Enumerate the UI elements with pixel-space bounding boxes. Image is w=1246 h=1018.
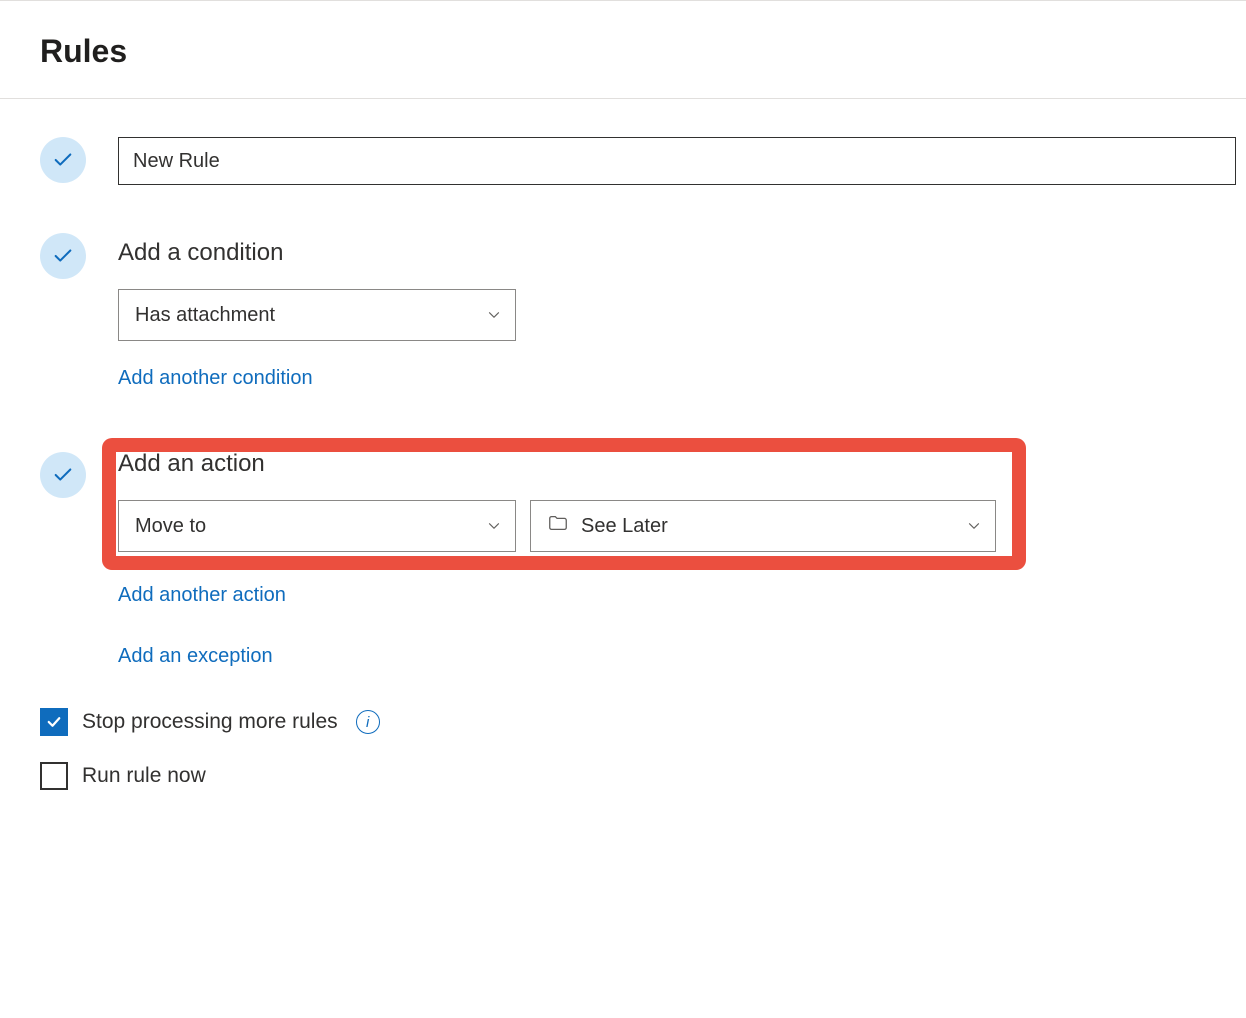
rule-name-row [40, 137, 1246, 185]
add-exception-link[interactable]: Add an exception [118, 645, 273, 668]
condition-selected-value: Has attachment [135, 304, 275, 327]
checkmark-icon [45, 713, 63, 731]
check-badge-name [40, 137, 86, 183]
condition-dropdown[interactable]: Has attachment [118, 289, 516, 341]
chevron-down-icon [485, 517, 503, 535]
stop-processing-row: Stop processing more rules i [40, 708, 1246, 736]
rule-name-input[interactable] [118, 137, 1236, 185]
check-badge-action [40, 452, 86, 498]
run-now-row: Run rule now [40, 762, 1246, 790]
check-badge-condition [40, 233, 86, 279]
add-another-condition-link[interactable]: Add another condition [118, 367, 313, 390]
condition-heading: Add a condition [118, 239, 1246, 267]
action-folder-value: See Later [581, 515, 668, 538]
condition-row: Add a condition Has attachment Add anoth… [40, 233, 1246, 390]
folder-icon [547, 512, 569, 540]
action-heading: Add an action [118, 450, 1230, 478]
action-folder-dropdown[interactable]: See Later [530, 500, 996, 552]
checkmark-icon [52, 245, 74, 267]
run-now-checkbox[interactable] [40, 762, 68, 790]
page-title: Rules [0, 1, 1246, 98]
add-another-action-link[interactable]: Add another action [118, 584, 286, 607]
checkmark-icon [52, 149, 74, 171]
run-now-label: Run rule now [82, 764, 206, 788]
action-type-value: Move to [135, 515, 206, 538]
stop-processing-checkbox[interactable] [40, 708, 68, 736]
checkmark-icon [52, 464, 74, 486]
action-highlight-region: Add an action Move to See Later [102, 438, 1246, 570]
stop-processing-label: Stop processing more rules [82, 710, 338, 734]
info-icon[interactable]: i [356, 710, 380, 734]
chevron-down-icon [485, 306, 503, 324]
chevron-down-icon [965, 517, 983, 535]
action-row: Add an action Move to See Later [40, 438, 1246, 668]
action-type-dropdown[interactable]: Move to [118, 500, 516, 552]
